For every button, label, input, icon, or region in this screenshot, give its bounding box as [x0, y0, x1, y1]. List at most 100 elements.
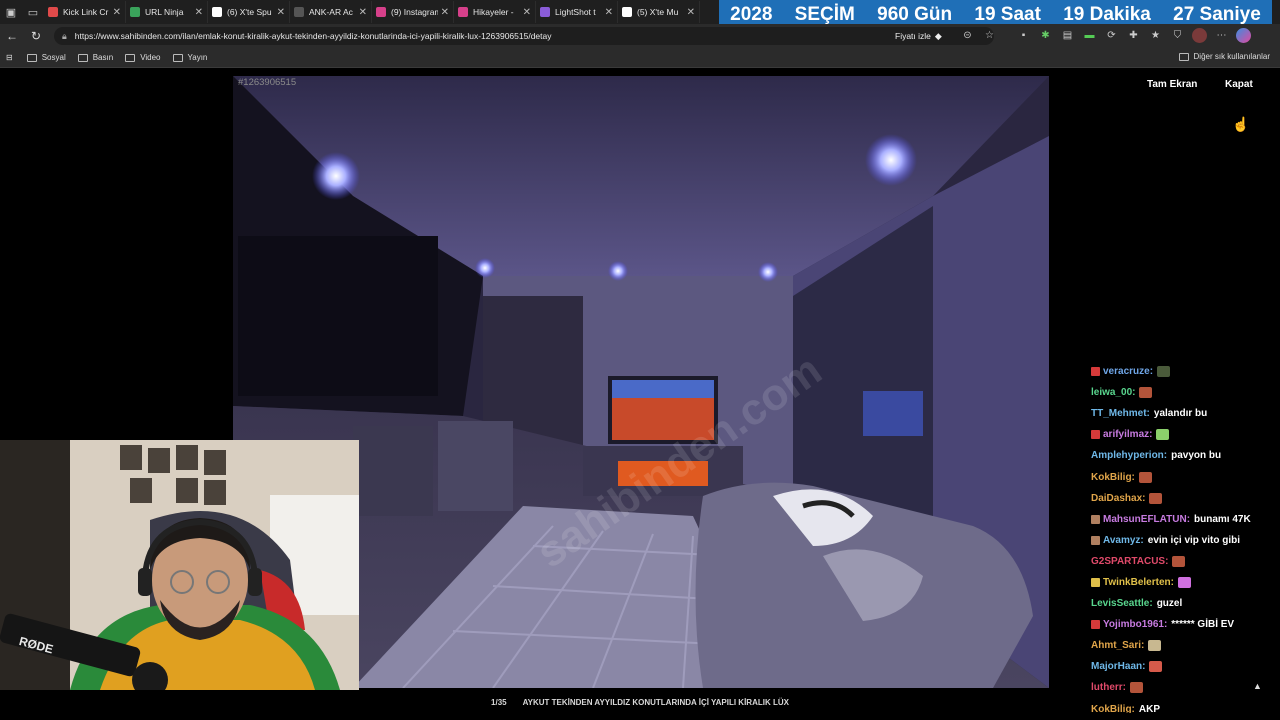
bookmark-apps-icon[interactable]: ⊟	[6, 53, 13, 62]
browser-tab[interactable]: Kick Link Cr ✕	[44, 1, 126, 23]
chat-username[interactable]: leiwa_00:	[1091, 387, 1135, 398]
chat-username[interactable]: KokBilig:	[1091, 472, 1135, 483]
tag-icon: ◆	[934, 30, 942, 41]
copilot-icon[interactable]	[1236, 28, 1251, 43]
other-bookmarks-label: Diğer sık kullanılanlar	[1193, 52, 1270, 61]
chat-message: TT_Mehmet: yalandır bu	[1085, 403, 1275, 424]
bookmark-label: Basın	[92, 53, 114, 62]
url-field[interactable]: 🔒︎ https://www.sahibinden.com/ilan/emlak…	[54, 27, 994, 45]
close-button[interactable]: Kapat	[1225, 79, 1253, 90]
browser-tab[interactable]: ANK-AR Ac ✕	[290, 1, 372, 23]
tab-title: ANK-AR Ac	[309, 7, 353, 17]
browser-tab[interactable]: LightShot t ✕	[536, 1, 618, 23]
tab-close-icon[interactable]: ✕	[359, 7, 367, 18]
bookmark-folder[interactable]: Video	[125, 53, 161, 62]
favorites-icon[interactable]: ★	[1148, 28, 1163, 43]
chat-username[interactable]: veracruze:	[1103, 366, 1153, 377]
bookmark-folder[interactable]: Basın	[77, 53, 114, 62]
chat-username[interactable]: Yojimbo1961:	[1103, 619, 1167, 630]
chat-message: veracruze:	[1085, 361, 1275, 382]
chat-message: Yojimbo1961: ****** GİBİ EV	[1085, 614, 1275, 635]
chat-message: G2SPARTACUS:	[1085, 551, 1275, 572]
chat-emote-icon	[1149, 661, 1163, 673]
countdown-hours: 19 Saat	[974, 4, 1041, 25]
chat-message: Ahmt_Sari:	[1085, 635, 1275, 656]
browser-tab[interactable]: (9) Instagram ✕	[372, 1, 454, 23]
chat-username[interactable]: arifyilmaz:	[1103, 429, 1152, 440]
refresh-icon[interactable]: ↻	[24, 24, 48, 48]
chat-message: Avamyz: evin içi vip vito gibi	[1085, 530, 1275, 551]
chat-emote-icon	[1177, 576, 1191, 588]
listing-id: #1263906515	[238, 77, 297, 88]
chat-message: MajorHaan:	[1085, 656, 1275, 677]
tab-close-icon[interactable]: ✕	[441, 7, 449, 18]
tab-actions-icon[interactable]: ▭	[22, 1, 44, 23]
tab-favicon-icon	[376, 7, 386, 17]
chat-username[interactable]: TT_Mehmet:	[1091, 408, 1150, 419]
folder-icon	[77, 53, 88, 62]
chat-username[interactable]: Avamyz:	[1103, 535, 1144, 546]
tab-close-icon[interactable]: ✕	[687, 7, 695, 18]
tab-favicon-icon	[48, 7, 58, 17]
tab-close-icon[interactable]: ✕	[523, 7, 531, 18]
avatar[interactable]	[1192, 28, 1207, 43]
extension-icon-4[interactable]: ⟳	[1104, 28, 1119, 43]
chat-username[interactable]: G2SPARTACUS:	[1091, 556, 1168, 567]
chat-text: ****** GİBİ EV	[1171, 619, 1235, 631]
folder-icon	[125, 53, 136, 62]
chat-username[interactable]: MajorHaan:	[1091, 661, 1145, 672]
price-watch-label: Fiyatı izle	[895, 31, 931, 41]
chat-username[interactable]: LevisSeattle:	[1091, 598, 1153, 609]
chat-message: LevisSeattle: guzel	[1085, 593, 1275, 614]
tab-close-icon[interactable]: ✕	[195, 7, 203, 18]
photo-counter: 1/35	[491, 698, 507, 707]
webcam-feed: RØDE	[0, 440, 359, 690]
fullscreen-button[interactable]: Tam Ekran	[1147, 79, 1197, 90]
lock-icon[interactable]: 🔒︎	[62, 31, 67, 42]
price-watch-button[interactable]: Fiyatı izle ◆	[895, 28, 942, 44]
bookmark-folder[interactable]: Sosyal	[26, 53, 66, 62]
tab-close-icon[interactable]: ✕	[277, 7, 285, 18]
chat-username[interactable]: TwinkBelerten:	[1103, 577, 1174, 588]
split-screen-icon[interactable]: ▪	[1016, 28, 1031, 43]
tab-title: (5) X'te Mu	[637, 7, 679, 17]
browser-tab[interactable]: URL Ninja ✕	[126, 1, 208, 23]
chat-username[interactable]: Amplehyperion:	[1091, 450, 1167, 461]
puzzle-icon[interactable]: ✚	[1126, 28, 1141, 43]
chat-username[interactable]: lutherr:	[1091, 682, 1126, 693]
extension-icon[interactable]: ✱	[1038, 28, 1053, 43]
chat-username[interactable]: Ahmt_Sari:	[1091, 640, 1144, 651]
workspaces-icon[interactable]: ▣	[0, 1, 22, 23]
tab-favicon-icon	[540, 7, 550, 17]
url-text: https://www.sahibinden.com/ilan/emlak-ko…	[74, 31, 552, 41]
chat-text: AKP	[1138, 703, 1161, 713]
shield-icon[interactable]: ⛉	[1170, 28, 1185, 43]
bookmark-folder[interactable]: Yayın	[172, 53, 207, 62]
chat-username[interactable]: MahsunEFLATUN:	[1103, 514, 1190, 525]
chat-badge-icon	[1091, 514, 1100, 524]
chat-username[interactable]: DaiDashax:	[1091, 493, 1145, 504]
countdown-year: 2028	[730, 4, 773, 25]
chat-emote-icon	[1149, 492, 1163, 504]
extension-icon-3[interactable]: ▬	[1082, 28, 1097, 43]
tab-close-icon[interactable]: ✕	[113, 7, 121, 18]
back-icon[interactable]: ←	[0, 24, 24, 48]
tab-close-icon[interactable]: ✕	[605, 7, 613, 18]
bookmark-label: Video	[140, 53, 161, 62]
chat-scroll-up-icon[interactable]: ▲	[1253, 681, 1262, 691]
reader-icon[interactable]: ⊝	[960, 28, 975, 43]
chat-badge-icon	[1091, 620, 1100, 630]
extension-icon-2[interactable]: ▤	[1060, 28, 1075, 43]
browser-tab[interactable]: Hikayeler - ✕	[454, 1, 536, 23]
other-bookmarks-folder[interactable]: Diğer sık kullanılanlar	[1178, 52, 1270, 61]
chat-badge-icon	[1091, 430, 1100, 440]
bookmark-label: Sosyal	[41, 53, 66, 62]
browser-tab[interactable]: (6) X'te Spu ✕	[208, 1, 290, 23]
chat-badge-icon	[1091, 577, 1100, 587]
more-icon[interactable]: ⋯	[1214, 28, 1229, 43]
tab-favicon-icon	[622, 7, 632, 17]
favorite-star-icon[interactable]: ☆	[982, 28, 997, 43]
browser-tab[interactable]: (5) X'te Mu ✕	[618, 1, 700, 23]
tab-favicon-icon	[458, 7, 468, 17]
chat-username[interactable]: KokBilig:	[1091, 704, 1135, 713]
